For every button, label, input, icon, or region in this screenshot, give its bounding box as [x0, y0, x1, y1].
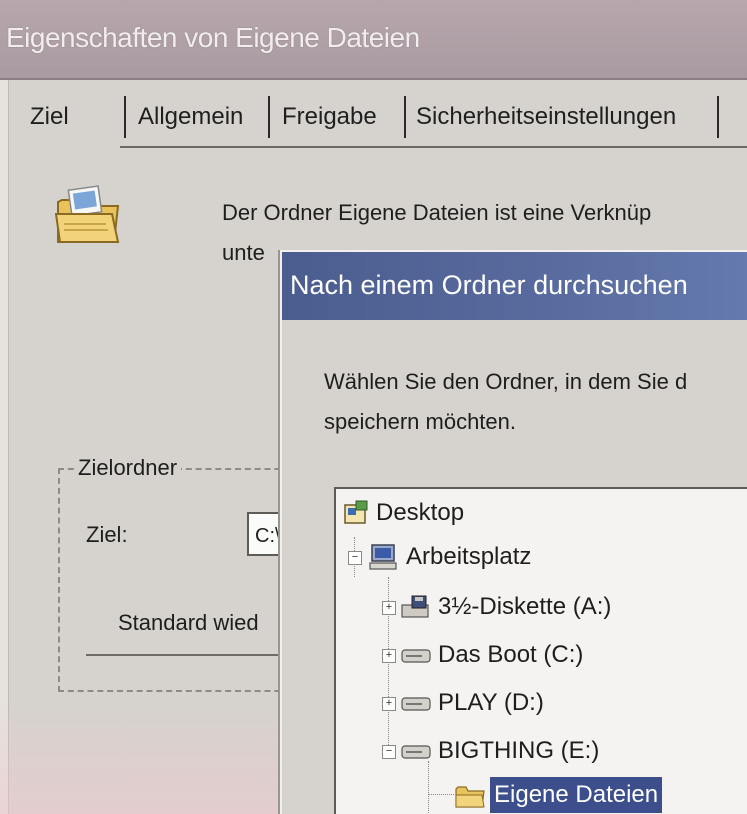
collapse-icon[interactable]: −	[348, 551, 362, 565]
tree-label-drive-d: PLAY (D:)	[438, 689, 544, 716]
tab-allgemein[interactable]: Allgemein	[138, 92, 243, 142]
target-description-line2: unte	[222, 240, 265, 265]
tree-label-floppy: 3½-Diskette (A:)	[438, 593, 612, 620]
properties-title: Eigenschaften von Eigene Dateien	[6, 22, 420, 53]
expand-icon[interactable]: +	[382, 601, 396, 615]
tab-separator	[717, 96, 719, 138]
tab-ziel[interactable]: Ziel	[30, 92, 69, 142]
folder-icon	[455, 786, 485, 808]
screen: Eigenschaften von Eigene Dateien Ziel Al…	[0, 0, 747, 814]
properties-titlebar[interactable]: Eigenschaften von Eigene Dateien	[0, 0, 747, 80]
browse-folder-dialog: Nach einem Ordner durchsuchen Wählen Sie…	[280, 250, 747, 814]
browse-instruction-line1: Wählen Sie den Ordner, in dem Sie d	[324, 369, 688, 394]
hard-drive-icon	[401, 745, 431, 759]
collapse-icon[interactable]: −	[382, 745, 396, 759]
browse-title: Nach einem Ordner durchsuchen	[290, 270, 688, 300]
browse-instruction: Wählen Sie den Ordner, in dem Sie d spei…	[324, 362, 747, 442]
tree-label-desktop: Desktop	[376, 499, 465, 526]
tree-guide-line	[428, 794, 454, 795]
tab-separator	[268, 96, 270, 138]
hard-drive-icon	[401, 697, 431, 711]
desktop-icon	[344, 500, 368, 524]
tab-freigabe[interactable]: Freigabe	[282, 92, 377, 142]
tree-label-arbeitsplatz: Arbeitsplatz	[406, 543, 532, 570]
restore-default-button[interactable]: Standard wied	[86, 598, 306, 656]
tree-label-eigene-dateien: Eigene Dateien	[490, 777, 663, 813]
target-description: Der Ordner Eigene Dateien ist eine Verkn…	[222, 200, 652, 225]
target-label: Ziel:	[86, 522, 128, 547]
tree-label-drive-e: BIGTHING (E:)	[438, 737, 600, 764]
computer-icon	[369, 544, 397, 570]
tab-separator	[124, 96, 126, 138]
tree-item-eigene-dateien[interactable]: Eigene Dateien	[454, 777, 744, 813]
target-folder-group-title: Zielordner	[74, 455, 182, 481]
tree-item-floppy[interactable]: + 3½-Diskette (A:)	[376, 589, 746, 625]
tree-label-drive-c: Das Boot (C:)	[438, 641, 584, 668]
tab-panel-border	[120, 146, 747, 148]
browse-titlebar[interactable]: Nach einem Ordner durchsuchen	[282, 252, 747, 320]
tree-item-desktop[interactable]: Desktop	[342, 495, 742, 531]
floppy-drive-icon	[401, 595, 429, 618]
tree-item-drive-d[interactable]: + PLAY (D:)	[376, 685, 746, 721]
tree-item-drive-c[interactable]: + Das Boot (C:)	[376, 637, 746, 673]
expand-icon[interactable]: +	[382, 697, 396, 711]
tab-sicherheitseinstellungen[interactable]: Sicherheitseinstellungen	[416, 92, 676, 142]
folder-tree[interactable]: Desktop − Arbeitsplatz + 3½-Diskette (A:…	[334, 487, 747, 814]
browse-instruction-line2: speichern möchten.	[324, 409, 516, 434]
hard-drive-icon	[401, 649, 431, 663]
tree-item-drive-e[interactable]: − BIGTHING (E:)	[376, 733, 746, 769]
tree-item-arbeitsplatz[interactable]: − Arbeitsplatz	[342, 539, 742, 575]
tab-separator	[404, 96, 406, 138]
tab-strip: Ziel Allgemein Freigabe Sicherheitseinst…	[20, 92, 747, 146]
target-folder-group	[58, 468, 300, 692]
my-documents-folder-icon	[54, 185, 120, 243]
expand-icon[interactable]: +	[382, 649, 396, 663]
